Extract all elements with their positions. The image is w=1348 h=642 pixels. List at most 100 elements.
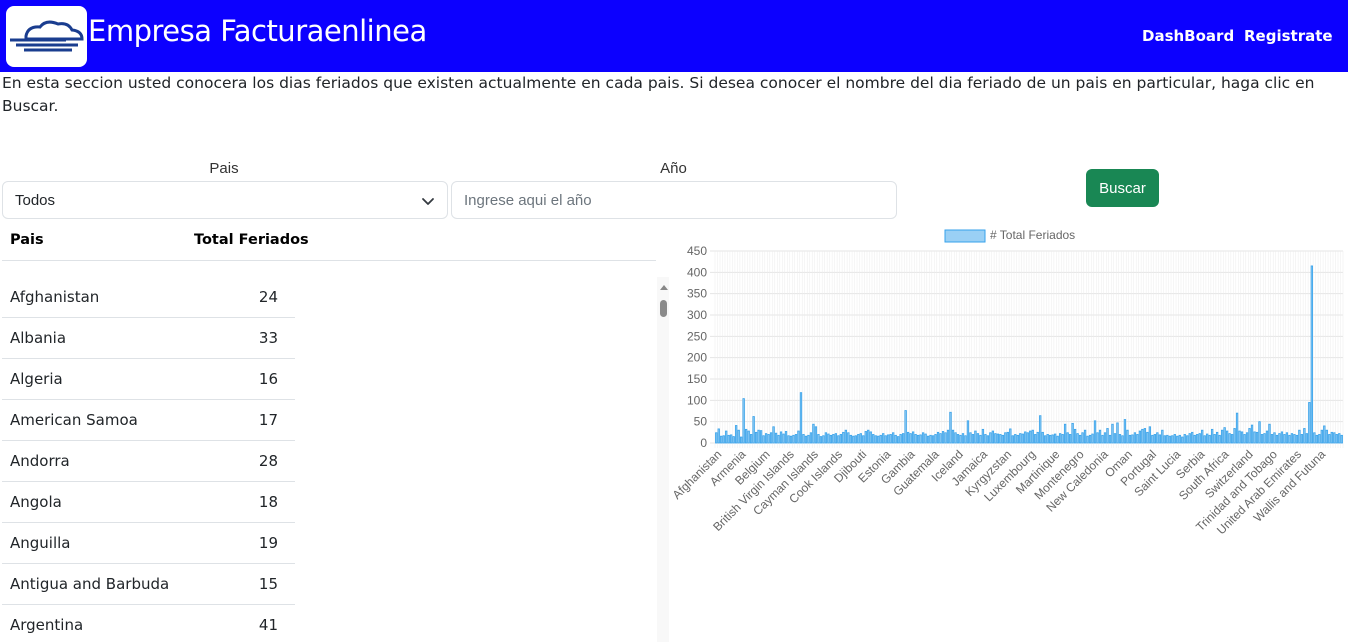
bar xyxy=(1031,429,1034,444)
nav-dashboard-link[interactable]: DashBoard xyxy=(1142,27,1234,45)
bar xyxy=(1333,432,1336,444)
bar xyxy=(747,430,750,444)
bar xyxy=(1268,423,1271,444)
scroll-up-arrow-icon[interactable] xyxy=(660,285,668,290)
row-country: Afghanistan xyxy=(10,288,100,306)
bar xyxy=(847,432,850,444)
bar xyxy=(1014,434,1017,444)
pais-select-value: Todos xyxy=(15,192,56,209)
bar xyxy=(842,431,845,444)
bar xyxy=(1123,419,1127,444)
bar xyxy=(1318,434,1321,444)
bar xyxy=(1068,434,1072,444)
search-button[interactable]: Buscar xyxy=(1086,169,1159,207)
bar xyxy=(902,433,905,444)
bar xyxy=(827,433,830,444)
bar xyxy=(971,434,975,444)
bar xyxy=(1101,434,1104,444)
bar xyxy=(1083,429,1087,444)
bar xyxy=(1156,432,1159,444)
bar xyxy=(824,432,828,444)
brand-title[interactable]: Empresa Facturaenlinea xyxy=(88,14,427,48)
anio-input[interactable] xyxy=(451,181,897,219)
bar xyxy=(764,433,768,444)
bar xyxy=(966,420,970,444)
bar xyxy=(879,434,882,444)
pais-select[interactable]: Todos xyxy=(2,181,448,219)
bar xyxy=(1228,433,1231,444)
bar xyxy=(994,433,997,444)
bar xyxy=(1111,423,1114,444)
bar xyxy=(1325,429,1328,444)
bar xyxy=(1280,431,1284,444)
bar xyxy=(1078,434,1082,444)
bar xyxy=(1026,432,1029,444)
bar xyxy=(857,434,860,444)
bar xyxy=(792,434,795,444)
table-scrollbar[interactable] xyxy=(657,277,669,642)
bar xyxy=(914,434,917,444)
row-total: 16 xyxy=(258,370,278,388)
bar xyxy=(1131,434,1134,444)
bar xyxy=(1248,428,1251,444)
table-row: Anguilla 19 xyxy=(2,523,295,564)
bar xyxy=(929,434,932,444)
bar xyxy=(1270,434,1274,444)
bar xyxy=(782,433,785,444)
bar xyxy=(1039,415,1042,444)
scroll-thumb[interactable] xyxy=(660,300,667,317)
bar xyxy=(1121,435,1124,444)
row-country: Albania xyxy=(10,329,67,347)
bar xyxy=(904,410,907,444)
bar xyxy=(1298,429,1301,444)
bar xyxy=(1275,434,1279,444)
bar xyxy=(906,431,910,444)
anio-label: Año xyxy=(660,160,687,177)
bar xyxy=(1024,431,1027,444)
bar xyxy=(1081,432,1084,444)
bar xyxy=(956,434,960,444)
bar xyxy=(1178,434,1181,444)
bar xyxy=(989,432,992,444)
bar xyxy=(1021,433,1024,444)
bar xyxy=(852,435,855,444)
bar xyxy=(1203,435,1206,444)
bar xyxy=(1213,434,1216,444)
column-header-total: Total Feriados xyxy=(194,232,309,248)
bar xyxy=(1186,435,1189,444)
bar xyxy=(1163,435,1166,444)
table-row: Andorra 28 xyxy=(2,441,295,482)
bar xyxy=(1295,434,1299,444)
bar xyxy=(1258,421,1261,444)
row-total: 33 xyxy=(258,329,278,347)
bar xyxy=(862,435,865,444)
bar xyxy=(762,435,765,444)
table-row: Algeria 16 xyxy=(2,359,295,400)
bar xyxy=(1300,434,1304,444)
bar xyxy=(1063,423,1067,444)
bar xyxy=(1253,431,1256,444)
row-total: 28 xyxy=(258,452,278,470)
bar xyxy=(944,432,947,444)
y-tick-label: 250 xyxy=(687,329,707,343)
bar xyxy=(1034,434,1037,444)
bar xyxy=(1126,429,1129,444)
bar xyxy=(844,429,847,444)
bar xyxy=(849,434,852,444)
bar xyxy=(1245,432,1249,444)
bar xyxy=(797,430,800,444)
cloud-wind-icon[interactable] xyxy=(6,6,87,67)
nav-register-link[interactable]: Registrate xyxy=(1244,27,1333,45)
bar xyxy=(1151,434,1154,444)
bar xyxy=(964,435,967,444)
bar xyxy=(1113,433,1117,444)
bar xyxy=(916,434,920,444)
bar xyxy=(794,434,798,444)
bar xyxy=(864,431,867,444)
bar xyxy=(745,428,748,444)
bar xyxy=(919,434,922,444)
bar xyxy=(979,434,982,444)
bar xyxy=(1265,430,1269,444)
header-divider xyxy=(2,260,656,261)
bar xyxy=(1263,433,1266,444)
